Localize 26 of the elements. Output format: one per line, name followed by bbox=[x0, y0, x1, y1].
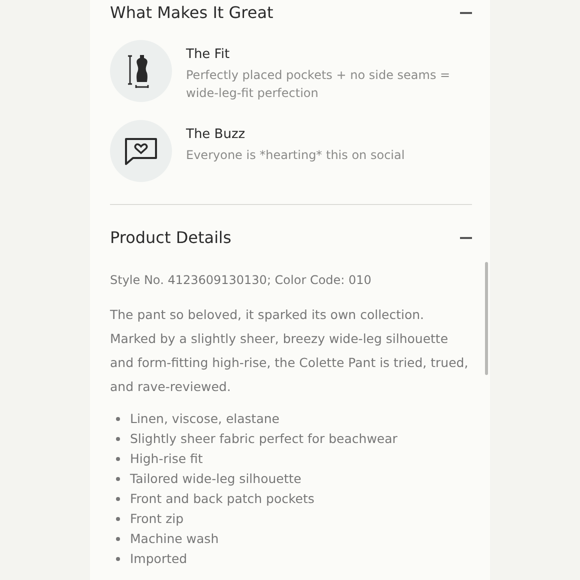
bullet-text: Front zip bbox=[130, 510, 184, 528]
bullet-icon bbox=[116, 457, 120, 461]
feature-description: Everyone is *hearting* this on social bbox=[186, 147, 406, 164]
section-heading: What Makes It Great bbox=[110, 2, 274, 24]
bullet-text: High-rise fit bbox=[130, 450, 203, 468]
bullet-text: Slightly sheer fabric perfect for beachwear bbox=[130, 430, 398, 448]
bullet-icon bbox=[116, 497, 120, 501]
bullet-icon bbox=[116, 537, 120, 541]
style-number: Style No. 4123609130130; Color Code: 010 bbox=[110, 272, 372, 289]
feature-description: Perfectly placed pockets + no side seams = wide-leg-fit perfection bbox=[186, 67, 452, 102]
scrollbar[interactable] bbox=[485, 262, 488, 375]
bullet-icon bbox=[116, 437, 120, 441]
bullet-text: Imported bbox=[130, 550, 188, 568]
bullet-icon bbox=[116, 517, 120, 521]
bullet-text: Tailored wide-leg silhouette bbox=[130, 470, 302, 488]
bullet-icon bbox=[116, 557, 120, 561]
product-description: The pant so beloved, it sparked its own collection. Marked by a slightly sheer, breezy wide-leg silhouette and form-fitting high-rise, the Colette Pant is tried, trued, and rave-reviewed. bbox=[110, 306, 470, 396]
bullet-icon bbox=[116, 417, 120, 421]
section-heading: Product Details bbox=[110, 227, 232, 249]
feature-title: The Buzz bbox=[186, 126, 246, 144]
bullet-text: Front and back patch pockets bbox=[130, 490, 314, 508]
bullet-icon bbox=[116, 477, 120, 481]
bullet-text: Machine wash bbox=[130, 530, 219, 548]
bullet-text: Linen, viscose, elastane bbox=[130, 410, 280, 428]
feature-title: The Fit bbox=[186, 46, 231, 64]
speech-bubble-heart-icon bbox=[124, 137, 158, 165]
